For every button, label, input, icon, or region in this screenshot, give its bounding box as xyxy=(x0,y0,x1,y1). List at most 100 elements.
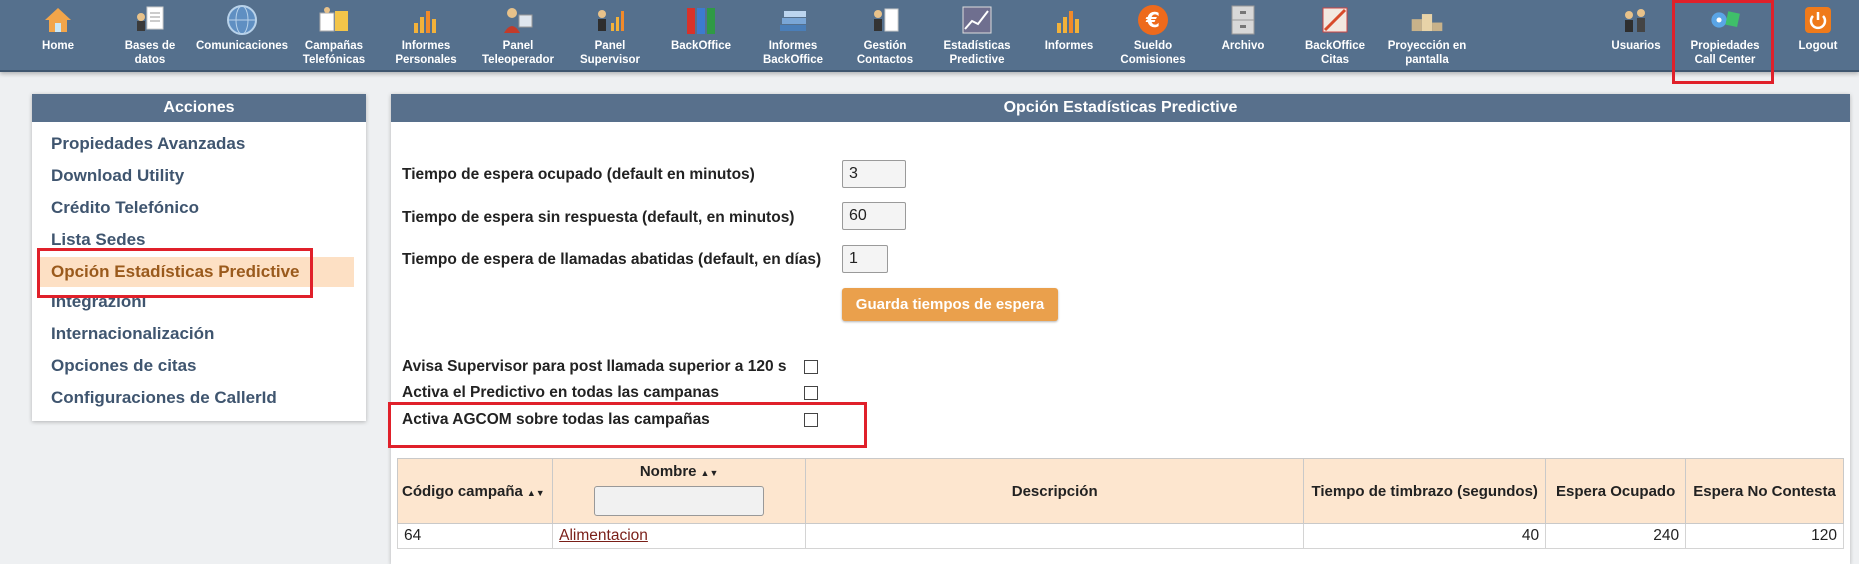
sidebar-item-lista-sedes[interactable]: Lista Sedes xyxy=(32,225,362,255)
dropped-calls-wait-input[interactable] xyxy=(842,245,888,273)
gears-icon xyxy=(1708,3,1742,37)
toolbar-item-label: Sueldo Comisiones xyxy=(1120,40,1186,66)
toolbar-item-bases-de-datos[interactable]: Bases de datos xyxy=(107,0,193,70)
toolbar-item-label: BackOffice xyxy=(670,40,732,52)
toolbar-item-label: Informes Personales xyxy=(395,40,457,66)
toolbar-item-label: Informes BackOffice xyxy=(762,40,824,66)
sidebar-item-download-utility[interactable]: Download Utility xyxy=(32,161,362,191)
calendar-icon xyxy=(1318,3,1352,37)
campaigns-table: Código campaña ▲▼ Nombre ▲▼ Descripción Ti… xyxy=(396,458,1844,549)
toolbar-item-logout[interactable]: Logout xyxy=(1775,0,1859,70)
toolbar-item-label: Campañas Telefónicas xyxy=(302,40,366,66)
toolbar-item-sueldo-comisiones[interactable]: € Sueldo Comisiones xyxy=(1110,0,1196,70)
sidebar-title: Acciones xyxy=(32,94,366,122)
col-header-timbrazo: Tiempo de timbrazo (segundos) xyxy=(1303,458,1547,524)
toolbar-item-backoffice-citas[interactable]: BackOffice Citas xyxy=(1292,0,1378,70)
sidebar-item-internacionalizacion[interactable]: Internacionalización xyxy=(32,319,362,349)
notify-supervisor-checkbox[interactable] xyxy=(804,360,818,374)
cell-espera-no-contesta: 120 xyxy=(1685,523,1844,549)
cell-codigo: 64 xyxy=(396,523,554,549)
main-panel: Opción Estadísticas Predictive Tiempo de… xyxy=(391,94,1850,564)
name-filter-input[interactable] xyxy=(594,486,765,516)
sidebar-item-credito-telefonico[interactable]: Crédito Telefónico xyxy=(32,193,362,223)
sidebar-item-propiedades-avanzadas[interactable]: Propiedades Avanzadas xyxy=(32,129,362,159)
podium-icon xyxy=(1410,3,1444,37)
operator-icon xyxy=(501,3,535,37)
toolbar-item-label: Estadísticas Predictive xyxy=(943,40,1011,66)
sort-icon[interactable]: ▲▼ xyxy=(701,468,719,478)
toolbar-item-label: Logout xyxy=(1798,40,1838,52)
col-header-nombre[interactable]: Nombre ▲▼ xyxy=(552,458,807,524)
sort-icon[interactable]: ▲▼ xyxy=(527,488,545,498)
toolbar-item-informes[interactable]: Informes xyxy=(1026,0,1112,70)
sidebar-item-callerid[interactable]: Configuraciones de CallerId xyxy=(32,383,362,413)
no-answer-wait-label: Tiempo de espera sin respuesta (default,… xyxy=(402,209,795,226)
toolbar-item-informes-backoffice[interactable]: Informes BackOffice xyxy=(750,0,836,70)
toolbar-item-archivo[interactable]: Archivo xyxy=(1200,0,1286,70)
activate-predictive-checkbox[interactable] xyxy=(804,386,818,400)
toolbar-item-label: Informes xyxy=(1044,40,1094,52)
toolbar-item-label: Panel Supervisor xyxy=(579,40,641,66)
save-wait-times-button[interactable]: Guarda tiempos de espera xyxy=(842,288,1058,321)
col-header-espera-ocupado: Espera Ocupado xyxy=(1545,458,1687,524)
toolbar-item-label: Panel Teleoperador xyxy=(482,40,554,66)
toolbar-item-backoffice[interactable]: BackOffice xyxy=(658,0,744,70)
toolbar-item-label: Gestión Contactos xyxy=(856,40,914,66)
sidebar-item-integrazioni[interactable]: Integrazioni xyxy=(32,287,362,317)
toolbar-item-usuarios[interactable]: Usuarios xyxy=(1593,0,1679,70)
actions-sidebar: Acciones Propiedades Avanzadas Download … xyxy=(32,94,366,421)
activate-predictive-label: Activa el Predictivo en todas las campan… xyxy=(402,384,720,401)
toolbar-item-label: Bases de datos xyxy=(124,40,176,66)
busy-wait-input[interactable] xyxy=(842,160,906,188)
campaign-name-link[interactable]: Alimentacion xyxy=(559,527,648,544)
toolbar-item-comunicaciones[interactable]: Comunicaciones xyxy=(195,0,289,70)
dropped-calls-wait-label: Tiempo de espera de llamadas abatidas (d… xyxy=(402,251,822,268)
toolbar-item-gestion-contactos[interactable]: Gestión Contactos xyxy=(842,0,928,70)
col-header-descripcion: Descripción xyxy=(805,458,1305,524)
activate-agcom-checkbox[interactable] xyxy=(804,413,818,427)
users-icon xyxy=(1619,3,1653,37)
contacts-icon xyxy=(868,3,902,37)
sidebar-item-opciones-citas[interactable]: Opciones de citas xyxy=(32,351,362,381)
toolbar-item-label: Archivo xyxy=(1221,40,1265,52)
globe-icon xyxy=(225,3,259,37)
col-header-nombre-label: Nombre xyxy=(639,463,697,480)
col-header-codigo[interactable]: Código campaña ▲▼ xyxy=(396,458,554,524)
toolbar-item-proyeccion-en-pantalla[interactable]: Proyección en pantalla xyxy=(1384,0,1470,70)
col-header-espera-no-contesta: Espera No Contesta xyxy=(1685,458,1844,524)
toolbar-item-panel-supervisor[interactable]: Panel Supervisor xyxy=(567,0,653,70)
table-header-row: Código campaña ▲▼ Nombre ▲▼ Descripción Ti… xyxy=(396,458,1844,524)
campaign-icon xyxy=(317,3,351,37)
toolbar-item-label: Home xyxy=(42,40,74,52)
main-toolbar: Home Bases de datos Comunicaciones Campañas… xyxy=(0,0,1859,72)
cell-timbrazo: 40 xyxy=(1303,523,1547,549)
toolbar-item-informes-personales[interactable]: Informes Personales xyxy=(383,0,469,70)
main-title: Opción Estadísticas Predictive xyxy=(391,94,1850,122)
toolbar-item-label: Comunicaciones xyxy=(195,40,289,52)
power-icon xyxy=(1801,3,1835,37)
busy-wait-label: Tiempo de espera ocupado (default en min… xyxy=(402,166,755,183)
sidebar-item-opcion-estadisticas[interactable]: Opción Estadísticas Predictive xyxy=(40,257,354,287)
toolbar-item-propiedades-call-center[interactable]: Propiedades Call Center xyxy=(1682,0,1768,70)
supervisor-icon xyxy=(593,3,627,37)
stack-icon xyxy=(776,3,810,37)
col-header-codigo-label: Código campaña xyxy=(402,482,523,500)
toolbar-item-label: BackOffice Citas xyxy=(1304,40,1366,66)
database-icon xyxy=(133,3,167,37)
cabinet-icon xyxy=(1226,3,1260,37)
bar-chart-icon xyxy=(409,3,443,37)
cell-descripcion xyxy=(805,523,1305,549)
cell-espera-ocupado: 240 xyxy=(1545,523,1687,549)
no-answer-wait-input[interactable] xyxy=(842,202,906,230)
toolbar-item-panel-teleoperador[interactable]: Panel Teleoperador xyxy=(475,0,561,70)
toolbar-item-label: Proyección en pantalla xyxy=(1387,40,1467,66)
toolbar-item-estadisticas-predictive[interactable]: Estadísticas Predictive xyxy=(934,0,1020,70)
toolbar-item-home[interactable]: Home xyxy=(15,0,101,70)
notify-supervisor-label: Avisa Supervisor para post llamada super… xyxy=(402,358,787,375)
toolbar-item-campanas-telefonicas[interactable]: Campañas Telefónicas xyxy=(291,0,377,70)
toolbar-item-label: Usuarios xyxy=(1611,40,1661,52)
toolbar-item-label: Propiedades Call Center xyxy=(1690,40,1760,66)
home-icon xyxy=(41,3,75,37)
activate-agcom-label: Activa AGCOM sobre todas las campañas xyxy=(402,411,710,428)
line-chart-icon xyxy=(960,3,994,37)
